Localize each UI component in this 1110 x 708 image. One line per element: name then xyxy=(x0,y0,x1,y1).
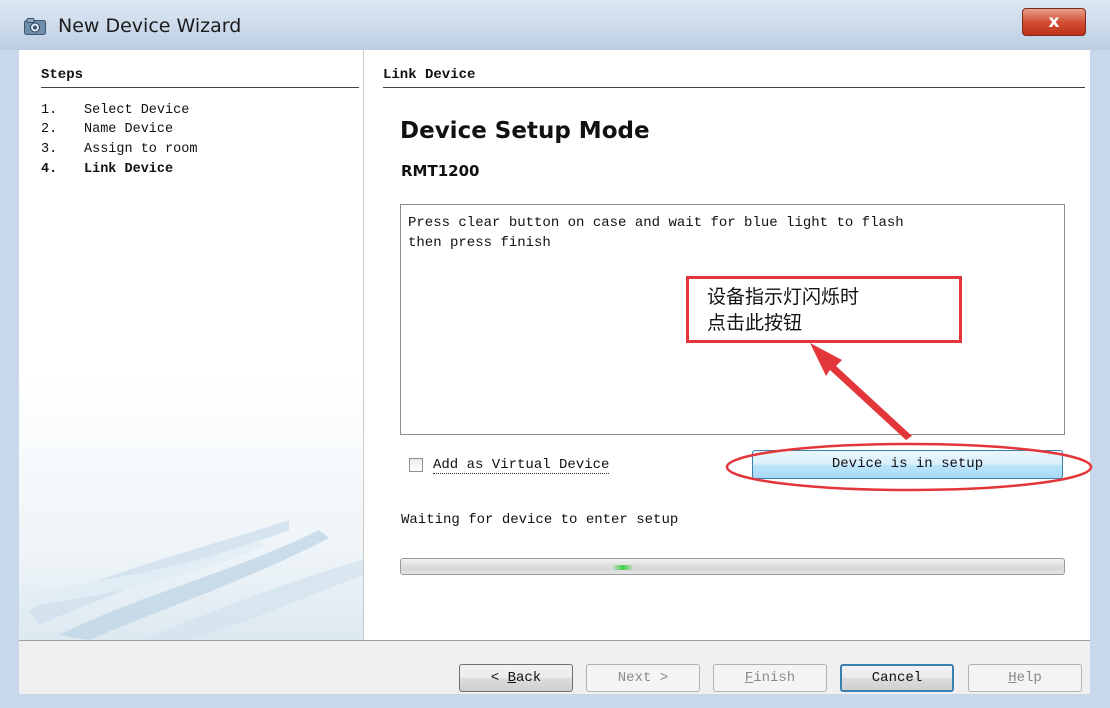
next-button[interactable]: Next > xyxy=(586,664,700,692)
annotation-line-1: 设备指示灯闪烁时 xyxy=(707,286,860,308)
progress-indicator xyxy=(612,565,634,570)
step-1: 1. Select Device xyxy=(41,103,190,118)
wizard-app-icon xyxy=(24,18,46,35)
step-2: 2. Name Device xyxy=(41,122,174,137)
cancel-button[interactable]: Cancel xyxy=(840,664,954,692)
title-bar: New Device Wizard x xyxy=(0,0,1110,50)
window-frame-right xyxy=(1090,50,1110,708)
decorative-swoosh xyxy=(19,520,363,640)
page-heading: Device Setup Mode xyxy=(400,118,650,144)
section-title: Link Device xyxy=(383,67,476,83)
close-button[interactable]: x xyxy=(1022,8,1086,36)
window-frame-left xyxy=(0,50,19,708)
device-model: RMT1200 xyxy=(401,162,480,180)
window-title: New Device Wizard xyxy=(58,15,242,37)
steps-divider xyxy=(41,87,359,88)
device-in-setup-button[interactable]: Device is in setup xyxy=(752,450,1063,479)
steps-panel: Steps 1. Select Device 2. Name Device 3. As… xyxy=(19,50,364,640)
step-3: 3. Assign to room xyxy=(41,142,198,157)
virtual-device-checkbox[interactable] xyxy=(409,458,423,472)
virtual-device-label[interactable]: Add as Virtual Device xyxy=(433,457,610,474)
status-text: Waiting for device to enter setup xyxy=(401,512,679,528)
section-divider xyxy=(383,87,1085,88)
steps-title: Steps xyxy=(41,67,84,83)
annotation-callout: 设备指示灯闪烁时 点击此按钮 xyxy=(686,276,962,343)
finish-button[interactable]: Finish xyxy=(713,664,827,692)
back-button[interactable]: < Back xyxy=(459,664,573,692)
window-frame-bottom xyxy=(0,694,1110,708)
step-4-current: 4. Link Device xyxy=(41,162,174,177)
annotation-line-2: 点击此按钮 xyxy=(707,312,803,334)
progress-bar xyxy=(400,558,1065,575)
help-button[interactable]: Help xyxy=(968,664,1082,692)
